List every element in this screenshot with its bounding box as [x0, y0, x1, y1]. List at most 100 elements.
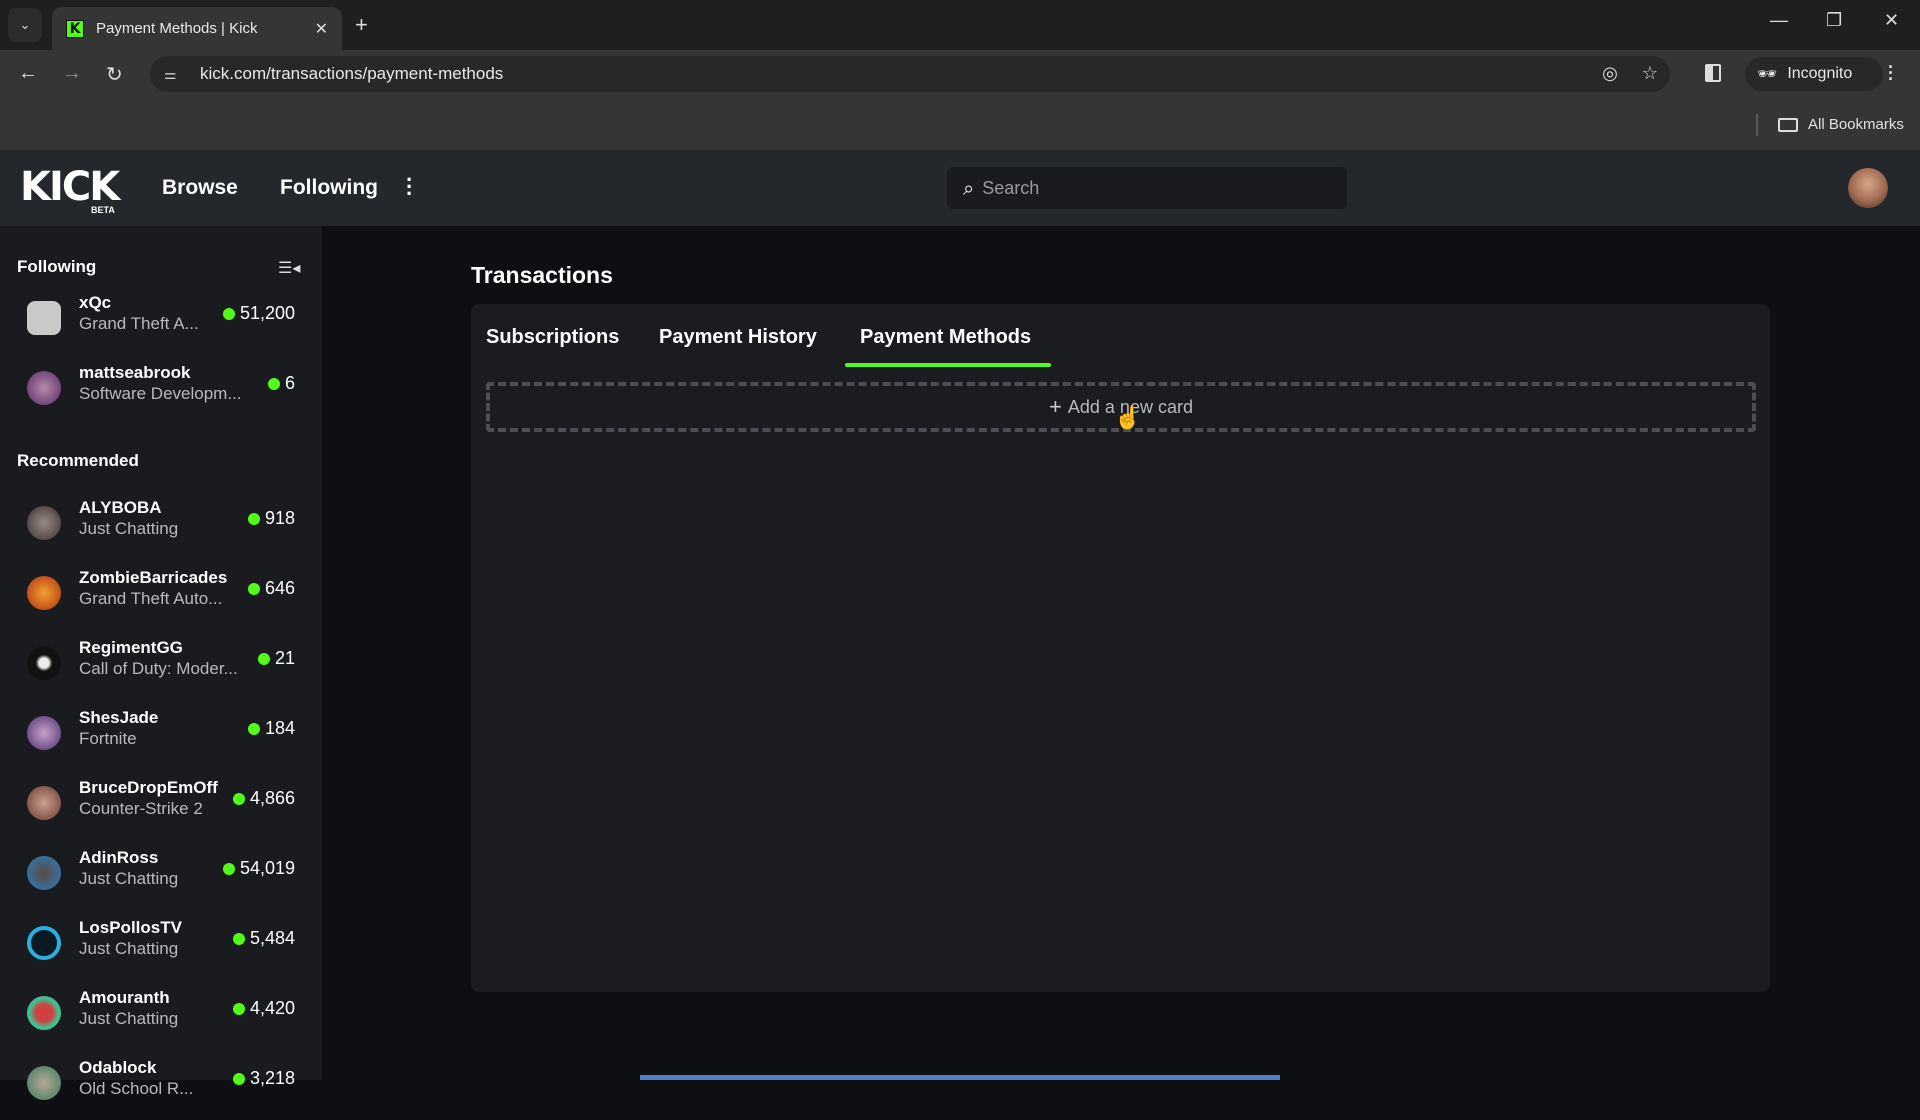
sidebar-channel-lospollostv[interactable]: LosPollosTV Just Chatting 5,484 [0, 910, 322, 980]
chevron-down-icon: ⌄ [19, 17, 31, 32]
channel-category: Just Chatting [79, 1009, 179, 1028]
browser-tab[interactable]: K Payment Methods | Kick ✕ [52, 7, 342, 50]
collapse-sidebar-icon[interactable]: ☰◂ [278, 258, 300, 278]
incognito-icon: 🕶 [1757, 66, 1778, 83]
kick-logo[interactable]: KICK [20, 167, 120, 207]
sidebar-channel-zombiebarricades[interactable]: ZombieBarricades Grand Theft Auto... 646 [0, 560, 322, 630]
sidebar-channel-mattseabrook[interactable]: mattseabrook Software Developm... 6 [0, 355, 322, 425]
live-indicator-icon [232, 1072, 245, 1085]
channel-name: BruceDropEmOff [79, 778, 218, 797]
live-indicator-icon [232, 792, 245, 805]
channel-avatar [27, 576, 61, 610]
star-icon[interactable]: ☆ [1642, 63, 1658, 84]
viewer-count: 51,200 [222, 303, 295, 324]
channel-name: xQc [79, 293, 112, 312]
reload-icon[interactable]: ↻ [106, 62, 123, 87]
tab-list-button[interactable]: ⌄ [8, 8, 42, 42]
bookmarks-bar [0, 98, 1920, 150]
forward-icon[interactable]: → [62, 62, 82, 85]
channel-category: Just Chatting [79, 869, 179, 888]
viewer-count: 4,866 [232, 788, 295, 809]
tab-subscriptions[interactable]: Subscriptions [486, 326, 619, 349]
live-indicator-icon [232, 932, 245, 945]
search-bar[interactable]: ⌕ [947, 167, 1347, 209]
tab-payment-history[interactable]: Payment History [659, 326, 817, 349]
channel-category: Call of Duty: Moder... [79, 659, 238, 678]
channel-name: mattseabrook [79, 363, 191, 382]
site-info-icon[interactable]: ⚌ [164, 66, 186, 83]
viewer-count: 5,484 [232, 928, 295, 949]
viewer-count: 918 [247, 508, 295, 529]
browser-menu-icon[interactable]: · · · [1888, 58, 1894, 88]
sidebar-channel-alyboba[interactable]: ALYBOBA Just Chatting 918 [0, 490, 322, 560]
new-tab-icon[interactable]: + [355, 12, 368, 38]
channel-name: Odablock [79, 1058, 157, 1077]
pointer-cursor-icon: ☝ [1114, 405, 1142, 430]
plus-icon: + [1049, 394, 1062, 419]
live-indicator-icon [247, 512, 260, 525]
search-input[interactable] [982, 177, 1323, 199]
active-tab-indicator [845, 363, 1051, 367]
live-indicator-icon [222, 862, 235, 875]
sidebar-channel-shesjade[interactable]: ShesJade Fortnite 184 [0, 700, 322, 770]
all-bookmarks-button[interactable]: All Bookmarks [1778, 116, 1904, 133]
kick-favicon-icon: K [66, 19, 84, 38]
live-indicator-icon [267, 377, 280, 390]
channel-avatar [27, 1066, 61, 1100]
channel-avatar [27, 371, 61, 405]
user-avatar[interactable] [1848, 168, 1888, 208]
viewer-count: 6 [267, 373, 295, 394]
restore-icon[interactable]: ❐ [1826, 10, 1842, 31]
channel-avatar [27, 716, 61, 750]
nav-following[interactable]: Following [280, 176, 378, 200]
recommended-heading: Recommended [17, 451, 139, 470]
following-heading: Following [17, 257, 97, 276]
sidebar-channel-amouranth[interactable]: Amouranth Just Chatting 4,420 [0, 980, 322, 1050]
more-options-icon[interactable]: · · · [406, 169, 413, 205]
channel-avatar [27, 856, 61, 890]
url-text[interactable]: kick.com/transactions/payment-methods [200, 64, 503, 84]
channel-avatar [27, 786, 61, 820]
tab-payment-methods[interactable]: Payment Methods [860, 326, 1031, 349]
nav-browse[interactable]: Browse [162, 176, 238, 200]
channel-category: Software Developm... [79, 384, 242, 403]
live-indicator-icon [247, 582, 260, 595]
channel-name: ShesJade [79, 708, 159, 727]
eye-off-icon[interactable]: ◎ [1602, 63, 1618, 84]
minimize-icon[interactable]: — [1770, 10, 1788, 31]
page-title: Transactions [471, 262, 613, 288]
address-bar[interactable]: ⚌ kick.com/transactions/payment-methods … [150, 56, 1670, 92]
viewer-count: 54,019 [222, 858, 295, 879]
back-icon[interactable]: ← [18, 62, 38, 85]
sidebar-channel-adinross[interactable]: AdinRoss Just Chatting 54,019 [0, 840, 322, 910]
bottom-scroll-indicator [640, 1075, 1280, 1080]
channel-avatar [27, 646, 61, 680]
channel-category: Fortnite [79, 729, 137, 748]
incognito-badge[interactable]: 🕶 Incognito [1745, 57, 1883, 91]
viewer-count: 4,420 [232, 998, 295, 1019]
live-indicator-icon [232, 1002, 245, 1015]
beta-badge: BETA [91, 205, 115, 215]
sidebar-channel-brucedropemoff[interactable]: BruceDropEmOff Counter-Strike 2 4,866 [0, 770, 322, 840]
live-indicator-icon [247, 722, 260, 735]
sidebar-channel-regimentgg[interactable]: RegimentGG Call of Duty: Moder... 21 [0, 630, 322, 700]
channel-avatar [27, 926, 61, 960]
side-panel-icon[interactable] [1705, 64, 1721, 82]
bookmarks-divider [1756, 114, 1758, 136]
channel-name: LosPollosTV [79, 918, 182, 937]
channel-name: ZombieBarricades [79, 568, 228, 587]
channel-avatar [27, 301, 61, 335]
viewer-count: 646 [247, 578, 295, 599]
incognito-label: Incognito [1787, 65, 1853, 82]
channel-name: Amouranth [79, 988, 170, 1007]
sidebar-channel-xqc[interactable]: xQc Grand Theft A... 51,200 [0, 285, 322, 355]
close-window-icon[interactable]: ✕ [1884, 10, 1899, 31]
viewer-count: 21 [257, 648, 295, 669]
sidebar-channel-odablock[interactable]: Odablock Old School R... 3,218 [0, 1050, 322, 1120]
all-bookmarks-label: All Bookmarks [1808, 116, 1904, 133]
close-tab-icon[interactable]: ✕ [315, 19, 328, 39]
channel-name: ALYBOBA [79, 498, 162, 517]
search-icon: ⌕ [963, 176, 975, 200]
top-navigation: KICK BETA Browse Following · · · ⌕ [0, 150, 1920, 226]
channel-name: AdinRoss [79, 848, 159, 867]
